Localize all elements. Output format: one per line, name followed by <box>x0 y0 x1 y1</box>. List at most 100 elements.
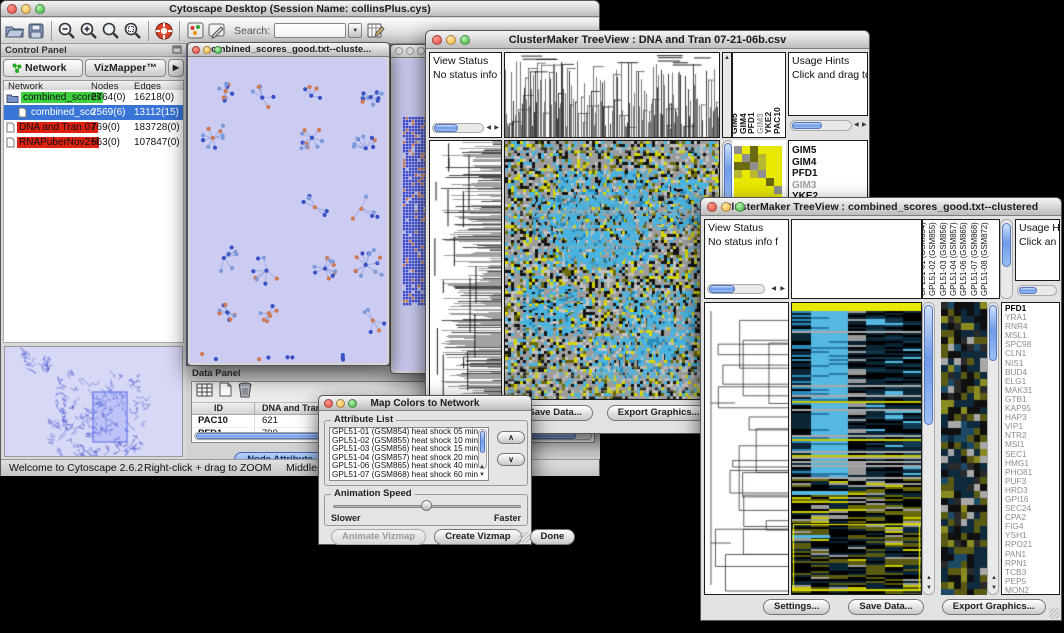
float-panel-icon[interactable] <box>172 41 182 59</box>
settings-button[interactable]: Settings... <box>763 599 830 615</box>
gene-label[interactable]: HMG1 <box>1005 459 1059 468</box>
gene-label[interactable]: RNR4 <box>1005 322 1059 331</box>
tv2-zoom-heatmap[interactable] <box>941 302 987 595</box>
treeview1-titlebar[interactable]: ClusterMaker TreeView : DNA and Tran 07-… <box>426 31 869 49</box>
open-folder-icon[interactable] <box>3 20 25 42</box>
minimize-button[interactable] <box>21 4 31 14</box>
gene-label[interactable]: SEC24 <box>1005 504 1059 513</box>
gene-label[interactable]: SEC1 <box>1005 450 1059 459</box>
zoom-out-icon[interactable] <box>56 20 78 42</box>
export-graphics-button[interactable]: Export Graphics... <box>942 599 1046 615</box>
tv1-column-dendrogram[interactable] <box>504 52 720 138</box>
gene-label[interactable]: NTR2 <box>1005 431 1059 440</box>
gene-label[interactable]: SPC98 <box>1005 340 1059 349</box>
create-vizmap-button[interactable]: Create Vizmap <box>434 529 521 545</box>
close-button[interactable] <box>7 4 17 14</box>
scroll-down-icon[interactable]: ▼ <box>926 585 932 592</box>
scroll-down-icon[interactable]: ▼ <box>479 472 485 479</box>
gene-label[interactable]: PHO81 <box>1005 468 1059 477</box>
network-tree-row[interactable]: combined_sco2569(6)13112(15) <box>4 105 183 120</box>
gene-label[interactable]: MSI1 <box>1005 440 1059 449</box>
scroll-up-icon[interactable]: ▲ <box>479 464 485 471</box>
gene-label[interactable]: PEP5 <box>1005 577 1059 586</box>
speed-slider-thumb[interactable] <box>421 500 432 511</box>
save-icon[interactable] <box>25 20 47 42</box>
gene-label[interactable]: GTB1 <box>1005 395 1059 404</box>
network-tree-row[interactable]: DNA and Tran 07769(0)183728(0) <box>4 120 183 135</box>
zoom-button[interactable] <box>460 35 470 45</box>
gene-label[interactable]: KAP95 <box>1005 404 1059 413</box>
export-graphics-button[interactable]: Export Graphics... <box>607 405 711 421</box>
gene-label[interactable]: GPI16 <box>1005 495 1059 504</box>
network-graph[interactable] <box>190 58 389 365</box>
resize-grip[interactable] <box>1049 608 1060 619</box>
minimize-button[interactable] <box>446 35 456 45</box>
gene-label[interactable]: HRD3 <box>1005 486 1059 495</box>
tv2-heatmap[interactable] <box>791 302 922 595</box>
minimize-button[interactable] <box>406 47 414 55</box>
network-overview-panel[interactable] <box>4 346 183 457</box>
move-up-button[interactable]: ∧ <box>497 431 525 444</box>
minimize-button[interactable] <box>336 399 345 408</box>
tv2-status-scrollbar[interactable] <box>707 284 765 294</box>
network-canvas[interactable] <box>190 58 387 363</box>
save-data-button[interactable]: Save Data... <box>848 599 923 615</box>
tv2-usage-scrollbar[interactable] <box>1017 285 1057 296</box>
zoom-button[interactable] <box>735 202 745 212</box>
gene-label[interactable]: GIM4 <box>792 157 867 169</box>
close-button[interactable] <box>432 35 442 45</box>
gene-label[interactable]: MSL1 <box>1005 331 1059 340</box>
trash-icon[interactable] <box>238 382 252 403</box>
network-overview-canvas[interactable] <box>5 347 182 456</box>
scroll-up-icon[interactable]: ▲ <box>926 575 932 582</box>
scroll-left-icon[interactable]: ◀ <box>486 125 491 132</box>
close-button[interactable] <box>395 47 403 55</box>
close-button[interactable] <box>192 46 200 54</box>
table-grid-icon[interactable] <box>196 383 213 402</box>
attribute-list-item[interactable]: GPL51-07 (GSM868) heat shock 60 min <box>330 471 488 480</box>
gene-label[interactable]: RPN1 <box>1005 559 1059 568</box>
resize-grip[interactable] <box>519 532 530 543</box>
gene-label[interactable]: PAN1 <box>1005 550 1059 559</box>
dialog-titlebar[interactable]: Map Colors to Network <box>319 396 531 411</box>
network-tree-row[interactable]: RNAPuberNov2+l563(0)107847(0) <box>4 135 183 150</box>
gene-label[interactable]: NIS1 <box>1005 359 1059 368</box>
tv1-mini-scroll-strip[interactable]: ▲ <box>722 52 732 138</box>
gene-label[interactable]: YRA1 <box>1005 313 1059 322</box>
tv1-usage-scrollbar[interactable] <box>790 120 852 131</box>
new-document-icon[interactable] <box>219 382 232 402</box>
data-col-id[interactable]: ID <box>214 403 223 413</box>
scroll-right-icon[interactable]: ▶ <box>780 286 785 293</box>
tab-network[interactable]: Network <box>3 59 83 77</box>
annotation-icon[interactable] <box>206 20 228 42</box>
gene-label[interactable]: HAP3 <box>1005 413 1059 422</box>
tv1-row-dendrogram[interactable] <box>429 140 502 400</box>
gene-label[interactable]: GIM3 <box>792 180 867 192</box>
tv2-heatmap-vscrollbar[interactable]: ▲ ▼ <box>922 302 935 595</box>
scroll-up-icon[interactable]: ▲ <box>991 575 997 582</box>
gene-label[interactable]: CPA2 <box>1005 513 1059 522</box>
tv2-zoom-vscrollbar[interactable]: ▲ ▼ <box>987 302 999 595</box>
attribute-list-vscrollbar[interactable] <box>478 429 487 469</box>
zoom-button[interactable] <box>35 4 45 14</box>
minimize-button[interactable] <box>721 202 731 212</box>
scroll-left-icon[interactable]: ◀ <box>854 122 859 129</box>
close-button[interactable] <box>707 202 717 212</box>
zoom-button[interactable] <box>417 47 425 55</box>
vizmapper-icon[interactable] <box>184 20 206 42</box>
tab-vizmapper[interactable]: VizMapper™ <box>85 59 166 77</box>
scroll-right-icon[interactable]: ▶ <box>862 122 867 129</box>
gene-label[interactable]: PFD1 <box>1005 304 1059 313</box>
tv2-gene-list[interactable]: PFD1YRA1RNR4MSL1SPC98CLN1NIS1BUD4ELG1MAK… <box>1001 302 1060 595</box>
gene-label[interactable]: CLN1 <box>1005 349 1059 358</box>
gene-label[interactable]: VIP1 <box>1005 422 1059 431</box>
gene-label[interactable]: FIG4 <box>1005 522 1059 531</box>
network-tree-row[interactable]: combined_scores2764(0)16218(0) <box>4 90 183 105</box>
attribute-editor-icon[interactable] <box>365 20 387 42</box>
tv1-status-scrollbar[interactable] <box>432 123 484 133</box>
gene-label[interactable]: BUD4 <box>1005 368 1059 377</box>
tab-overflow-button[interactable]: ▶ <box>168 59 184 77</box>
zoom-button[interactable] <box>214 46 222 54</box>
search-input[interactable] <box>274 23 346 38</box>
animate-vizmap-button[interactable]: Animate Vizmap <box>331 529 426 545</box>
